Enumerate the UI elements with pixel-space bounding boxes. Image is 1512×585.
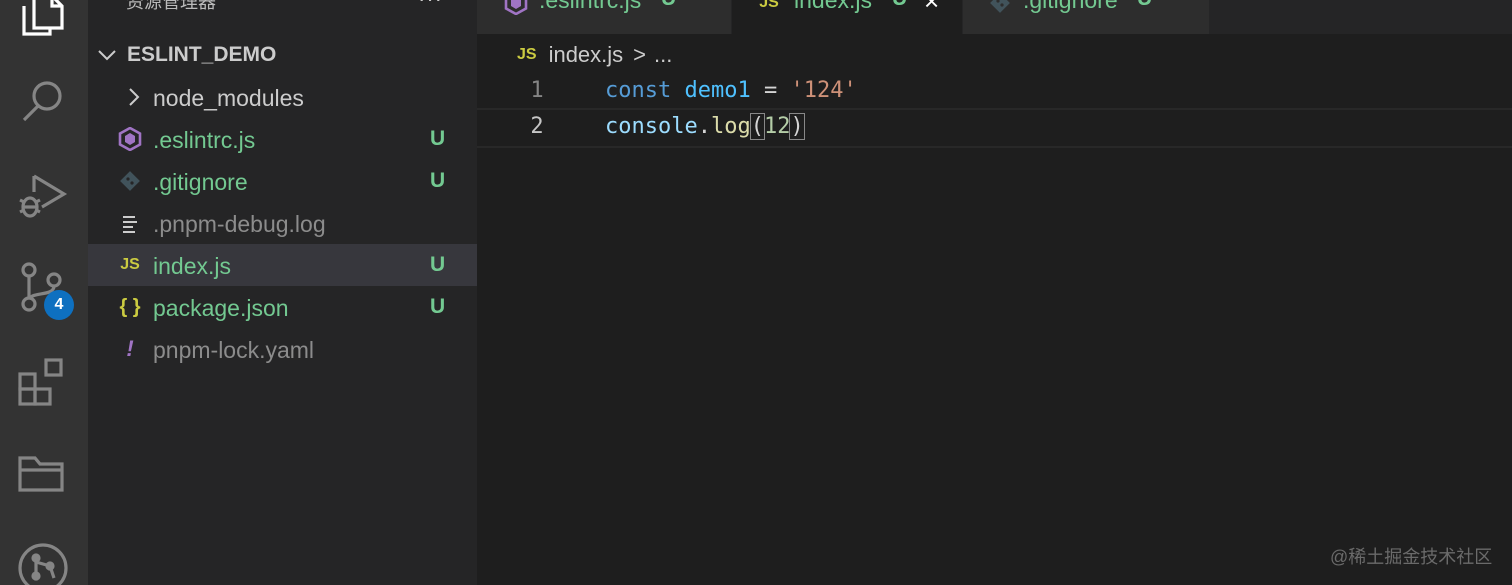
tree-item-pnpm-lock[interactable]: ! pnpm-lock.yaml xyxy=(88,328,477,370)
git-status-badge: U xyxy=(430,169,446,192)
yaml-file-icon: ! xyxy=(126,336,134,361)
tree-item-pnpm-debug-log[interactable]: .pnpm-debug.log xyxy=(88,202,477,244)
breadcrumb-file[interactable]: index.js xyxy=(549,42,624,68)
line-number: 1 xyxy=(530,78,544,103)
json-file-icon: { } xyxy=(119,295,141,318)
tree-item-eslintrc[interactable]: .eslintrc.js U xyxy=(88,118,477,160)
extensions-icon[interactable] xyxy=(14,352,72,410)
operator-token: = xyxy=(763,78,778,103)
tree-item-index-js[interactable]: JS index.js U xyxy=(88,244,477,286)
tree-item-package-json[interactable]: { } package.json U xyxy=(88,286,477,328)
code-line-current[interactable]: 2 console.log(12) xyxy=(477,108,1512,148)
chevron-right-icon xyxy=(122,85,146,109)
git-icon xyxy=(987,0,1013,16)
dot-token: . xyxy=(697,114,711,139)
tab-git-status: U xyxy=(1137,0,1152,11)
tree-item-label: node_modules xyxy=(153,85,304,111)
tree-item-label: .eslintrc.js xyxy=(153,127,256,153)
tab-git-status: U xyxy=(892,0,907,11)
eslint-icon xyxy=(118,127,142,151)
editor-tabs: .eslintrc.js U JS index.js U × .gitignor… xyxy=(477,0,1512,34)
activity-bar: 4 xyxy=(0,0,88,585)
breadcrumb: JS index.js > ... xyxy=(517,40,672,70)
sidebar-title: 资源管理器 xyxy=(126,0,216,12)
tab-eslintrc[interactable]: .eslintrc.js U xyxy=(477,0,732,34)
workspace-folder-name: ESLINT_DEMO xyxy=(127,43,277,66)
tree-item-label: index.js xyxy=(153,253,231,279)
line-number: 2 xyxy=(530,114,544,139)
tree-item-gitignore[interactable]: .gitignore U xyxy=(88,160,477,202)
keyword-token: const xyxy=(605,78,672,103)
number-token: 12 xyxy=(763,114,791,139)
tab-gitignore[interactable]: .gitignore U xyxy=(963,0,1210,34)
tree-item-label: pnpm-lock.yaml xyxy=(153,337,315,363)
code-editor[interactable]: 1 const demo1 = '124' 2 console.log(12) xyxy=(477,74,1512,585)
tree-item-node-modules[interactable]: node_modules xyxy=(88,76,477,118)
git-status-badge: U xyxy=(430,253,446,276)
chevron-down-icon xyxy=(98,50,116,61)
bracket-token: ) xyxy=(789,113,805,140)
scm-badge: 4 xyxy=(44,290,74,320)
folders-icon[interactable] xyxy=(14,444,72,502)
code-text: const demo1 = '124' xyxy=(605,78,857,103)
tree-item-label: .gitignore xyxy=(153,169,248,195)
tab-index-js[interactable]: JS index.js U × xyxy=(732,0,963,34)
git-icon xyxy=(118,169,142,193)
tab-git-status: U xyxy=(661,0,676,11)
git-graph-icon[interactable] xyxy=(14,536,72,585)
git-status-badge: U xyxy=(430,127,446,150)
vscode-window: 4 资源管理器 ··· xyxy=(0,0,1512,585)
js-file-icon: JS xyxy=(759,0,779,11)
tab-label: .gitignore xyxy=(1023,0,1118,13)
tree-item-label: .pnpm-debug.log xyxy=(153,211,326,237)
explorer-icon[interactable] xyxy=(14,0,72,44)
string-token: '124' xyxy=(790,78,857,103)
bracket-token: ( xyxy=(749,113,765,140)
code-line[interactable]: 1 const demo1 = '124' xyxy=(477,74,1512,110)
code-text: console.log(12) xyxy=(605,113,805,140)
identifier-token: console xyxy=(605,114,698,139)
tab-label: index.js xyxy=(794,0,872,13)
watermark: @稀土掘金技术社区 xyxy=(1330,547,1493,567)
function-token: log xyxy=(710,114,751,139)
chevron-right-icon: > xyxy=(633,42,647,67)
breadcrumb-symbol[interactable]: ... xyxy=(654,42,672,68)
js-file-icon: JS xyxy=(120,256,140,273)
tree-item-label: package.json xyxy=(153,295,289,321)
explorer-sidebar: 资源管理器 ··· ESLINT_DEMO node_modules .esli… xyxy=(88,0,477,585)
run-debug-icon[interactable] xyxy=(14,166,72,224)
variable-token: demo1 xyxy=(684,78,751,103)
eslint-icon xyxy=(503,0,529,16)
workspace-folder[interactable]: ESLINT_DEMO xyxy=(88,34,477,76)
js-file-icon: JS xyxy=(517,46,537,63)
close-icon[interactable]: × xyxy=(924,0,939,17)
tab-label: .eslintrc.js xyxy=(539,0,642,13)
more-actions-button[interactable]: ··· xyxy=(418,0,443,12)
search-icon[interactable] xyxy=(14,72,72,130)
log-file-icon xyxy=(118,211,142,235)
git-status-badge: U xyxy=(430,295,446,318)
